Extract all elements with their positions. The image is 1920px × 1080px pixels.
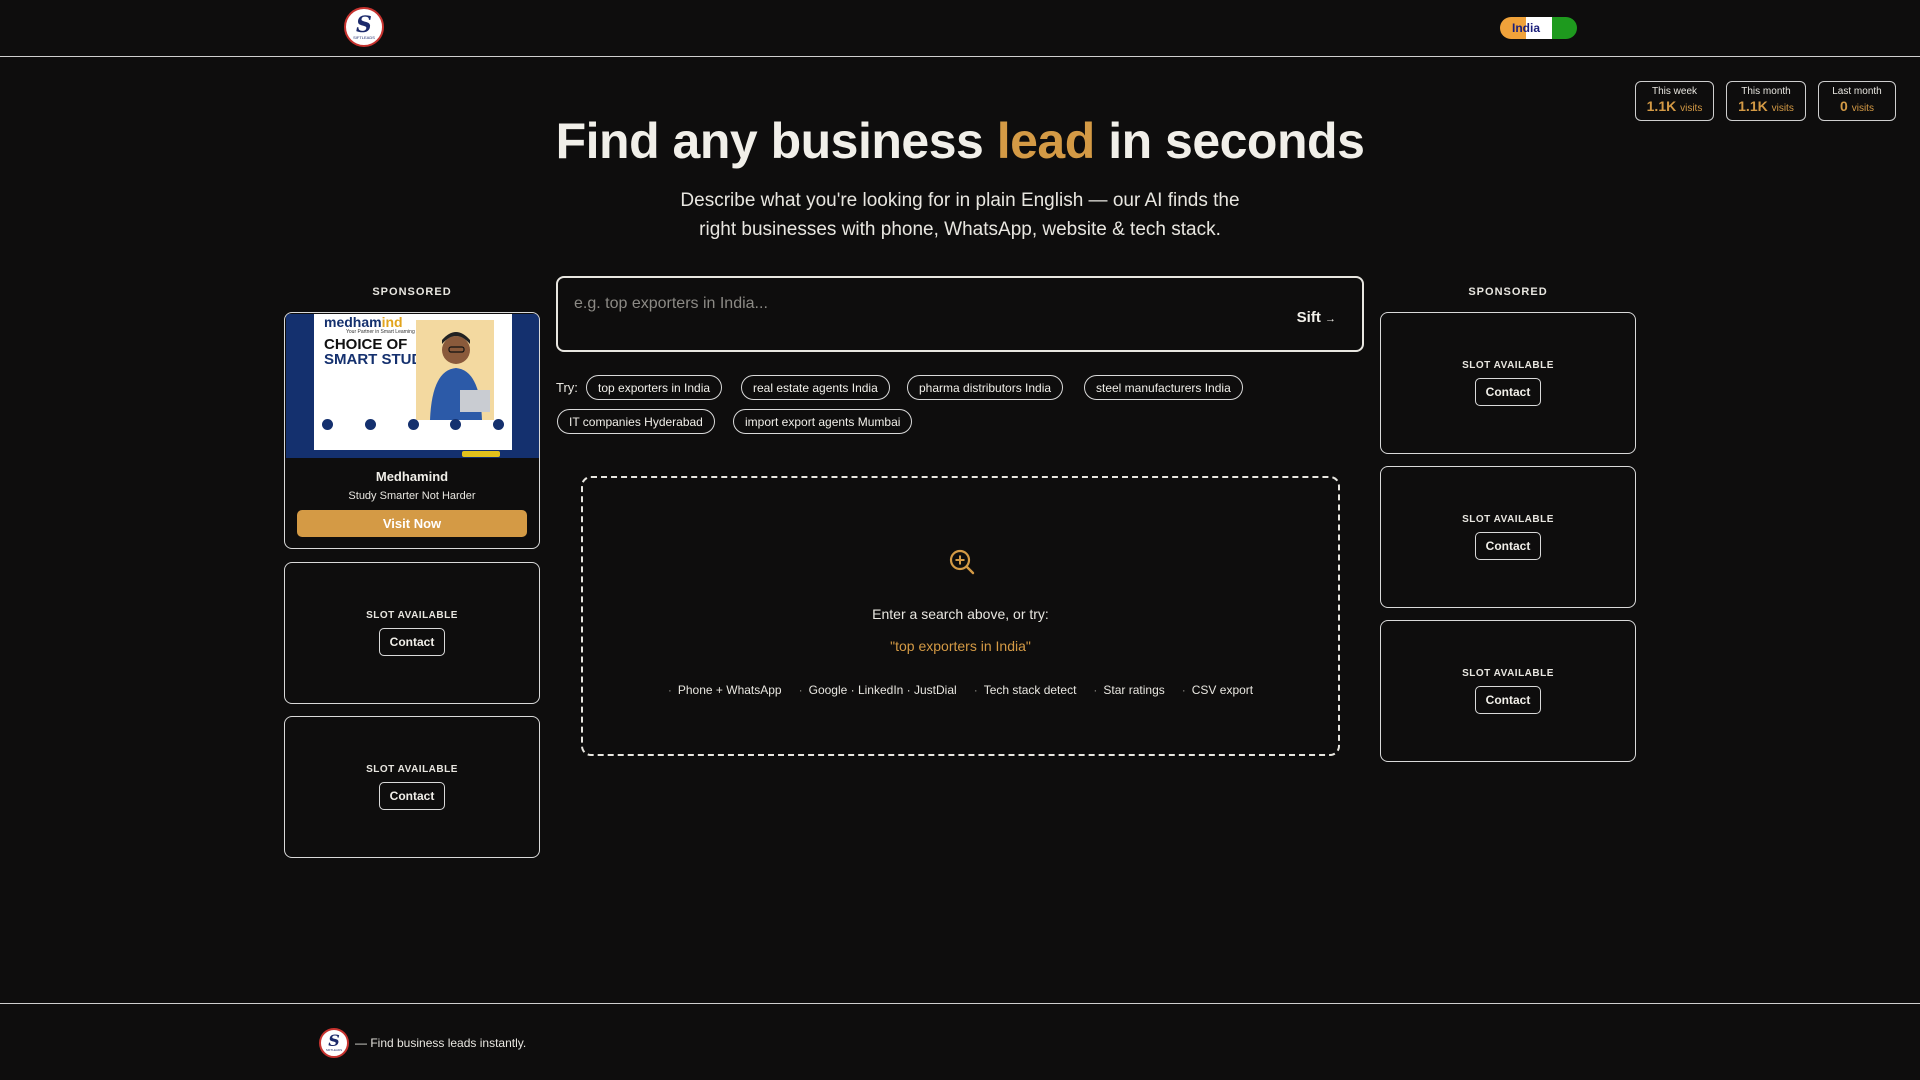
logo-subtext: SIFTLEADS: [353, 34, 375, 40]
slot-available-label: SLOT AVAILABLE: [366, 610, 458, 621]
stat-label: Last month: [1832, 86, 1882, 97]
country-label: India: [1511, 21, 1540, 35]
zoom-in-icon: [949, 549, 975, 575]
contact-button[interactable]: Contact: [1474, 686, 1542, 714]
sponsor-slot-right-3: SLOT AVAILABLE Contact: [1380, 620, 1636, 762]
suggestion-chip[interactable]: steel manufacturers India: [1084, 375, 1243, 400]
search-input[interactable]: [574, 292, 1254, 316]
visit-now-button[interactable]: Visit Now: [297, 510, 527, 537]
sponsor-slot-right-2: SLOT AVAILABLE Contact: [1380, 466, 1636, 608]
ad-name: Medhamind: [375, 469, 449, 484]
stat-label: This week: [1651, 86, 1697, 97]
ad-feature-icons: [322, 419, 504, 430]
sponsor-slot-left-3: SLOT AVAILABLE Contact: [284, 716, 540, 858]
feature-item: Phone + WhatsApp: [668, 683, 782, 697]
sponsored-label-left: SPONSORED: [372, 286, 452, 298]
feature-item: Tech stack detect: [974, 683, 1077, 697]
footer-tagline: — Find business leads instantly.: [355, 1036, 527, 1050]
empty-results-panel: Enter a search above, or try: "top expor…: [581, 476, 1340, 756]
suggestion-chip[interactable]: top exporters in India: [586, 375, 723, 400]
slot-available-label: SLOT AVAILABLE: [1462, 514, 1554, 525]
feature-item: Star ratings: [1093, 683, 1164, 697]
feature-list: Phone + WhatsApp Google · LinkedIn · Jus…: [583, 683, 1338, 697]
footer: S SIFTLEADS — Find business leads instan…: [0, 1003, 1920, 1080]
logo-letter: S: [356, 11, 372, 38]
sift-button[interactable]: Sift →: [1297, 309, 1336, 326]
ad-tagline: Study Smarter Not Harder: [348, 490, 476, 502]
sponsor-slot-right-1: SLOT AVAILABLE Contact: [1380, 312, 1636, 454]
slot-available-label: SLOT AVAILABLE: [1462, 360, 1554, 371]
sponsor-slot-left-2: SLOT AVAILABLE Contact: [284, 562, 540, 704]
hero-title: Find any business lead in seconds: [555, 113, 1365, 169]
stat-label: This month: [1741, 86, 1791, 97]
suggestion-chip[interactable]: real estate agents India: [741, 375, 890, 400]
logo-subtext: SIFTLEADS: [325, 1048, 343, 1052]
suggestion-chip[interactable]: pharma distributors India: [907, 375, 1064, 400]
top-header: S SIFTLEADS India: [0, 0, 1920, 57]
contact-button[interactable]: Contact: [378, 628, 446, 656]
suggestion-chip[interactable]: import export agents Mumbai: [733, 409, 913, 434]
search-box: Sift →: [556, 276, 1364, 352]
footer-logo[interactable]: S SIFTLEADS: [319, 1028, 349, 1058]
logo-letter: S: [328, 1031, 340, 1050]
contact-button[interactable]: Contact: [1474, 532, 1542, 560]
contact-button[interactable]: Contact: [1474, 378, 1542, 406]
ad-banner-image[interactable]: medhamind Your Partner in Smart Learning…: [286, 314, 539, 458]
ad-brand: medhamind: [324, 314, 403, 330]
contact-button[interactable]: Contact: [378, 782, 446, 810]
suggestion-chip[interactable]: IT companies Hyderabad: [557, 409, 715, 434]
feature-item: Google · LinkedIn · JustDial: [799, 683, 957, 697]
hero-title-accent: lead: [996, 113, 1096, 169]
ad-headline-1: CHOICE OF: [324, 336, 408, 353]
slot-available-label: SLOT AVAILABLE: [366, 764, 458, 775]
try-label: Try:: [556, 380, 578, 395]
sponsored-label-right: SPONSORED: [1468, 286, 1548, 298]
logo[interactable]: S SIFTLEADS: [344, 7, 384, 47]
empty-message: Enter a search above, or try:: [872, 606, 1049, 622]
slot-available-label: SLOT AVAILABLE: [1462, 668, 1554, 679]
country-toggle[interactable]: India: [1500, 17, 1577, 39]
hero-subtitle: Describe what you're looking for in plai…: [680, 190, 1240, 240]
sponsored-ad-card[interactable]: medhamind Your Partner in Smart Learning…: [284, 312, 540, 549]
ad-image-tagline: Your Partner in Smart Learning: [346, 329, 415, 335]
arrow-right-icon: →: [1325, 313, 1336, 325]
student-illustration: [416, 320, 494, 420]
example-query[interactable]: "top exporters in India": [583, 638, 1338, 654]
feature-item: CSV export: [1182, 683, 1253, 697]
